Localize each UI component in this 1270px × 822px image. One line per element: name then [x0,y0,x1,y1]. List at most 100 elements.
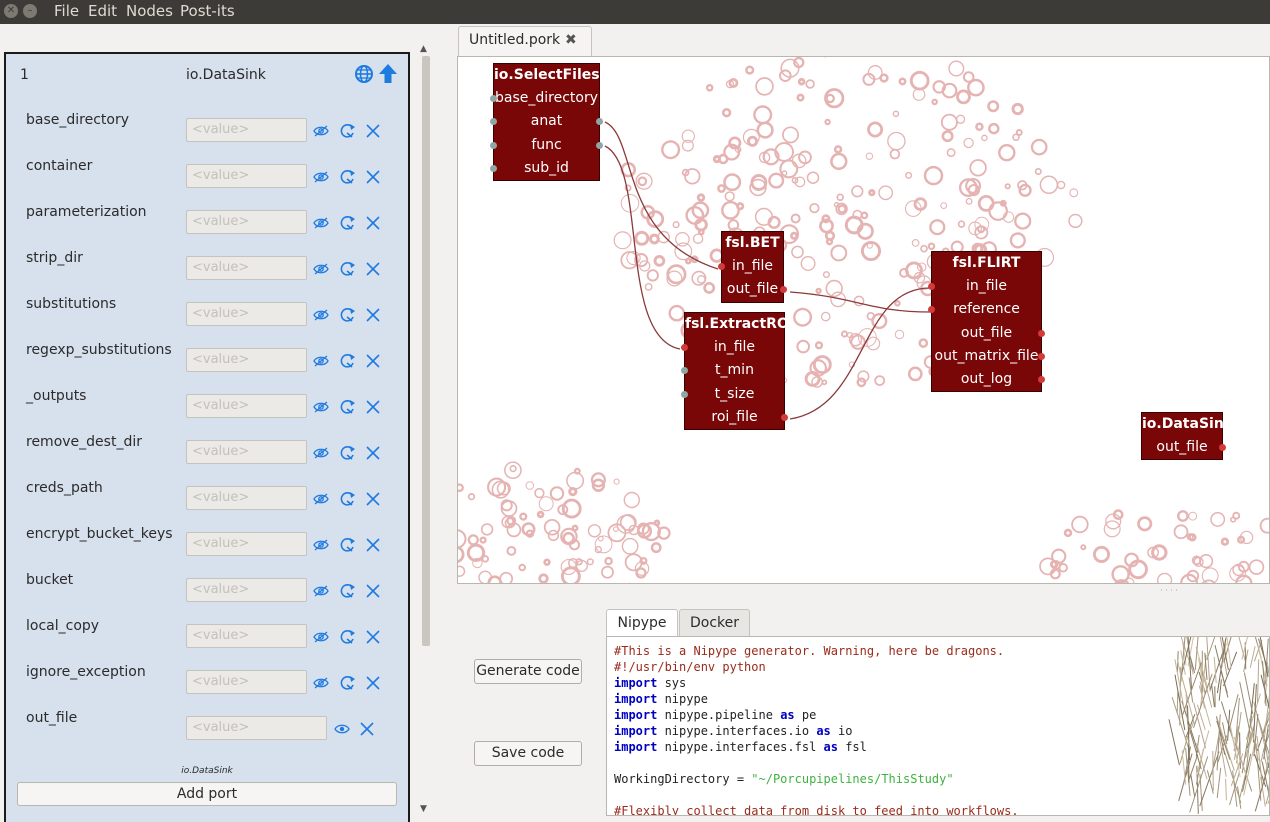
resize-grip[interactable]: · · · · [1160,586,1178,595]
port-input-handle[interactable] [928,283,935,290]
close-icon[interactable] [365,169,381,185]
menu-file[interactable]: File [54,2,79,20]
eye-slash-icon[interactable] [313,169,329,185]
param-value-input[interactable]: <value> [186,716,327,740]
eye-slash-icon[interactable] [313,307,329,323]
port-input-handle[interactable] [490,141,497,149]
eye-slash-icon[interactable] [313,445,329,461]
port-output-handle[interactable] [1038,329,1045,337]
eye-slash-icon[interactable] [313,215,329,231]
close-icon[interactable] [365,583,381,599]
globe-icon[interactable] [354,64,374,84]
node-fsl-extractroi[interactable]: fsl.ExtractROI in_file t_min t_size roi_file [681,312,794,431]
param-value-input[interactable]: <value> [186,118,307,142]
eye-slash-icon[interactable] [313,353,329,369]
close-icon[interactable] [365,675,381,691]
port-output-handle[interactable] [1219,444,1226,451]
eye-slash-icon[interactable] [313,123,329,139]
eye-slash-icon[interactable] [313,491,329,507]
close-icon[interactable] [365,123,381,139]
left-scrollbar[interactable]: ▲ ▼ [419,42,433,818]
port-input-handle[interactable] [490,164,497,172]
port-input-handle[interactable] [718,263,725,270]
menu-post-its[interactable]: Post-its [180,2,235,20]
scroll-down-arrow[interactable]: ▼ [420,804,427,814]
node-io-datasink[interactable]: io.DataSink out_file [1141,412,1233,461]
param-value-input[interactable]: <value> [186,348,307,372]
link-refresh-icon[interactable] [340,307,356,323]
close-icon[interactable] [365,629,381,645]
link-refresh-icon[interactable] [340,399,356,415]
add-port-button[interactable]: Add port [17,782,397,806]
link-refresh-icon[interactable] [340,123,356,139]
close-icon[interactable] [365,307,381,323]
menu-nodes[interactable]: Nodes [126,2,173,20]
close-icon[interactable]: ✖ [565,32,577,48]
param-value-input[interactable]: <value> [186,670,307,694]
node-port: in_file [681,336,784,359]
link-refresh-icon[interactable] [340,445,356,461]
node-port: func [490,134,603,157]
param-value-input[interactable]: <value> [186,394,307,418]
scroll-thumb[interactable] [422,56,430,646]
link-refresh-icon[interactable] [340,537,356,553]
eye-icon[interactable] [334,721,350,737]
port-input-handle[interactable] [681,390,688,398]
eye-slash-icon[interactable] [313,675,329,691]
port-input-handle[interactable] [681,367,688,375]
eye-slash-icon[interactable] [313,261,329,277]
close-icon[interactable] [365,537,381,553]
link-refresh-icon[interactable] [340,169,356,185]
node-port: reference [928,298,1041,321]
window-close-button[interactable]: ✕ [4,4,18,18]
menu-edit[interactable]: Edit [88,2,117,20]
close-icon[interactable] [365,215,381,231]
param-value-input[interactable]: <value> [186,578,307,602]
pipeline-canvas[interactable]: io.SelectFiles base_directory anat func sub_… [457,56,1270,584]
close-icon[interactable] [365,445,381,461]
code-editor[interactable]: #This is a Nipype generator. Warning, he… [606,636,1270,816]
link-refresh-icon[interactable] [340,353,356,369]
eye-slash-icon[interactable] [313,583,329,599]
port-input-handle[interactable] [928,306,935,314]
window-minimize-button[interactable]: – [23,4,37,18]
node-io-selectfiles[interactable]: io.SelectFiles base_directory anat func sub_… [490,63,603,182]
link-refresh-icon[interactable] [340,583,356,599]
param-value-input[interactable]: <value> [186,486,307,510]
close-icon[interactable] [359,721,375,737]
tab-docker[interactable]: Docker [679,609,750,636]
link-refresh-icon[interactable] [340,629,356,645]
eye-slash-icon[interactable] [313,629,329,645]
close-icon[interactable] [365,399,381,415]
port-input-handle[interactable] [681,344,688,351]
link-refresh-icon[interactable] [340,491,356,507]
link-refresh-icon[interactable] [340,215,356,231]
param-value-input[interactable]: <value> [186,532,307,556]
generate-code-button[interactable]: Generate code [474,659,582,684]
param-value-input[interactable]: <value> [186,256,307,280]
tab-nipype[interactable]: Nipype [606,609,678,636]
port-output-handle[interactable] [781,413,788,421]
close-icon[interactable] [365,261,381,277]
port-input-handle[interactable] [490,95,497,102]
param-value-input[interactable]: <value> [186,164,307,188]
node-fsl-bet[interactable]: fsl.BET in_file out_file [718,231,787,303]
close-icon[interactable] [365,353,381,369]
tab-untitled-pork[interactable]: Untitled.pork ✖ [458,26,592,56]
eye-slash-icon[interactable] [313,399,329,415]
save-code-button[interactable]: Save code [474,741,582,766]
port-input-handle[interactable] [490,118,497,126]
port-output-handle[interactable] [1038,352,1045,360]
scroll-up-arrow[interactable]: ▲ [420,44,427,54]
close-icon[interactable] [365,491,381,507]
port-output-handle[interactable] [596,141,603,149]
link-refresh-icon[interactable] [340,675,356,691]
eye-slash-icon[interactable] [313,537,329,553]
node-fsl-flirt[interactable]: fsl.FLIRT in_file reference out_file out_mat… [928,251,1045,393]
arrow-up-icon[interactable] [378,63,398,84]
param-value-input[interactable]: <value> [186,440,307,464]
link-refresh-icon[interactable] [340,261,356,277]
param-value-input[interactable]: <value> [186,302,307,326]
param-value-input[interactable]: <value> [186,210,307,234]
param-value-input[interactable]: <value> [186,624,307,648]
